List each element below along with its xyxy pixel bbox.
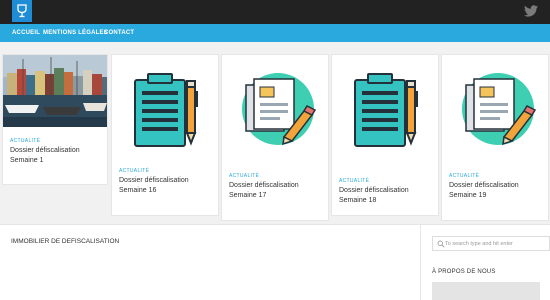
- card-image-documents[interactable]: [222, 55, 328, 159]
- clipboard-pen-icon: [134, 73, 198, 147]
- about-title: À PROPOS DE NOUS: [432, 269, 496, 275]
- card-category[interactable]: ACTUALITÉ: [119, 168, 149, 174]
- card-image-clipboard[interactable]: [332, 55, 438, 159]
- card-title[interactable]: Dossier défiscalisation Semaine 19: [449, 181, 545, 201]
- nav-item-contact[interactable]: CONTACT: [104, 29, 134, 37]
- nav-item-mentions-legales[interactable]: MENTIONS LÉGALES: [43, 29, 108, 37]
- search-placeholder: To search type and hit enter: [445, 241, 513, 247]
- about-image-placeholder: [432, 282, 540, 300]
- card-category[interactable]: ACTUALITÉ: [449, 173, 479, 179]
- article-card[interactable]: ACTUALITÉ Dossier défiscalisation Semain…: [2, 54, 108, 185]
- card-category[interactable]: ACTUALITÉ: [229, 173, 259, 179]
- harbor-photo: [3, 55, 107, 127]
- site-logo[interactable]: [12, 0, 32, 22]
- card-image-harbor[interactable]: [3, 55, 107, 127]
- nav-item-accueil[interactable]: ACCUEIL: [12, 29, 40, 37]
- top-bar: [0, 0, 550, 24]
- article-card[interactable]: ACTUALITÉ Dossier défiscalisation Semain…: [221, 54, 329, 221]
- card-title[interactable]: Dossier défiscalisation Semaine 17: [229, 181, 325, 201]
- card-image-clipboard[interactable]: [112, 55, 218, 159]
- card-title[interactable]: Dossier défiscalisation Semaine 16: [119, 176, 215, 196]
- card-category[interactable]: ACTUALITÉ: [339, 178, 369, 184]
- sidebar: To search type and hit enter À PROPOS DE…: [420, 224, 550, 300]
- wine-glass-icon: [17, 4, 27, 18]
- article-card[interactable]: ACTUALITÉ Dossier défiscalisation Semain…: [441, 54, 549, 221]
- card-title[interactable]: Dossier défiscalisation Semaine 18: [339, 186, 435, 206]
- card-title[interactable]: Dossier défiscalisation Semaine 1: [10, 146, 104, 166]
- documents-pencil-icon: [462, 73, 537, 146]
- twitter-icon[interactable]: [524, 5, 538, 17]
- card-category[interactable]: ACTUALITÉ: [10, 138, 40, 144]
- main-navigation: ACCUEIL MENTIONS LÉGALES CONTACT: [0, 24, 550, 42]
- article-card[interactable]: ACTUALITÉ Dossier défiscalisation Semain…: [111, 54, 219, 216]
- main-content-section: IMMOBILIER DE DEFISCALISATION: [0, 224, 420, 300]
- article-card[interactable]: ACTUALITÉ Dossier défiscalisation Semain…: [331, 54, 439, 216]
- search-icon: [437, 240, 445, 248]
- documents-pencil-icon: [242, 73, 317, 146]
- clipboard-pen-icon: [354, 73, 418, 147]
- section-title: IMMOBILIER DE DEFISCALISATION: [11, 238, 120, 245]
- search-input[interactable]: To search type and hit enter: [432, 236, 550, 251]
- card-image-documents[interactable]: [442, 55, 548, 159]
